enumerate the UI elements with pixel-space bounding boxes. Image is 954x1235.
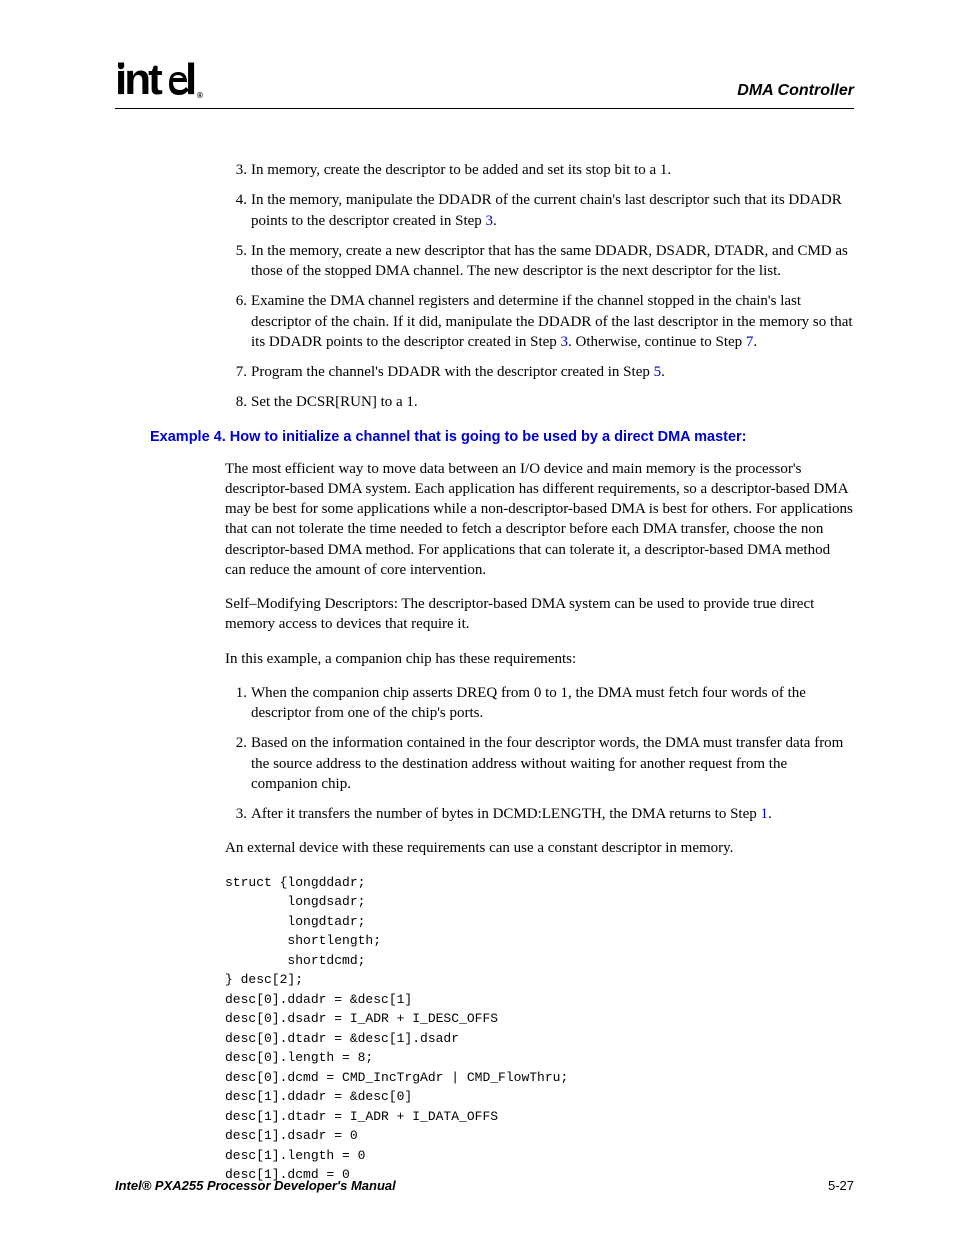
footer-title: Intel® PXA255 Processor Developer's Manu… [115, 1178, 396, 1193]
list-number: 3. [225, 804, 251, 824]
step-link[interactable]: 3 [486, 213, 494, 229]
step-link[interactable]: 1 [761, 806, 769, 822]
list-item: 7. Program the channel's DDADR with the … [225, 362, 854, 382]
text-run: . [768, 806, 772, 822]
list-item: 2. Based on the information contained in… [225, 733, 854, 794]
header-rule [115, 108, 854, 109]
list-text: Program the channel's DDADR with the des… [251, 362, 854, 382]
list-text: In the memory, manipulate the DDADR of t… [251, 190, 854, 231]
list-item: 8. Set the DCSR[RUN] to a 1. [225, 392, 854, 412]
list-text: After it transfers the number of bytes i… [251, 804, 854, 824]
list-item: 5. In the memory, create a new descripto… [225, 241, 854, 282]
text-run: . [493, 213, 497, 229]
section-title: DMA Controller [737, 82, 854, 100]
list-text: In memory, create the descriptor to be a… [251, 160, 854, 180]
text-run: . Otherwise, continue to Step [568, 334, 746, 350]
code-block: struct {longddadr; longdsadr; longdtadr;… [225, 873, 854, 1185]
list-item: 6. Examine the DMA channel registers and… [225, 291, 854, 352]
paragraph: The most efficient way to move data betw… [225, 459, 854, 581]
list-item: 3. In memory, create the descriptor to b… [225, 160, 854, 180]
list-number: 1. [225, 683, 251, 724]
list-number: 7. [225, 362, 251, 382]
paragraph: An external device with these requiremen… [225, 838, 854, 858]
ordered-list-requirements: 1. When the companion chip asserts DREQ … [225, 683, 854, 825]
paragraph: Self–Modifying Descriptors: The descript… [225, 594, 854, 635]
text-run: . [753, 334, 757, 350]
step-link[interactable]: 3 [561, 334, 569, 350]
text-run: Program the channel's DDADR with the des… [251, 364, 654, 380]
list-text: Examine the DMA channel registers and de… [251, 291, 854, 352]
intel-logo-svg: int l ® [115, 58, 215, 104]
text-run: Examine the DMA channel registers and de… [251, 293, 853, 350]
list-text: In the memory, create a new descriptor t… [251, 241, 854, 282]
list-number: 5. [225, 241, 251, 282]
step-link[interactable]: 5 [654, 364, 662, 380]
page-number: 5-27 [828, 1178, 854, 1193]
text-run: In the memory, manipulate the DDADR of t… [251, 192, 842, 228]
list-text: Set the DCSR[RUN] to a 1. [251, 392, 854, 412]
intel-logo: int l ® [115, 58, 215, 114]
list-item: 3. After it transfers the number of byte… [225, 804, 854, 824]
ordered-list-steps: 3. In memory, create the descriptor to b… [225, 160, 854, 413]
svg-text:®: ® [197, 91, 203, 100]
list-number: 8. [225, 392, 251, 412]
paragraph: In this example, a companion chip has th… [225, 649, 854, 669]
list-number: 2. [225, 733, 251, 794]
list-item: 4. In the memory, manipulate the DDADR o… [225, 190, 854, 231]
list-item: 1. When the companion chip asserts DREQ … [225, 683, 854, 724]
list-number: 4. [225, 190, 251, 231]
page: int l ® DMA Controller 3. In memory, cre… [0, 0, 954, 1235]
list-number: 3. [225, 160, 251, 180]
list-text: When the companion chip asserts DREQ fro… [251, 683, 854, 724]
list-number: 6. [225, 291, 251, 352]
text-run: After it transfers the number of bytes i… [251, 806, 761, 822]
footer: Intel® PXA255 Processor Developer's Manu… [115, 1178, 854, 1193]
example-heading: Example 4. How to initialize a channel t… [150, 429, 854, 445]
list-text: Based on the information contained in th… [251, 733, 854, 794]
text-run: . [661, 364, 665, 380]
content: 3. In memory, create the descriptor to b… [115, 160, 854, 1185]
